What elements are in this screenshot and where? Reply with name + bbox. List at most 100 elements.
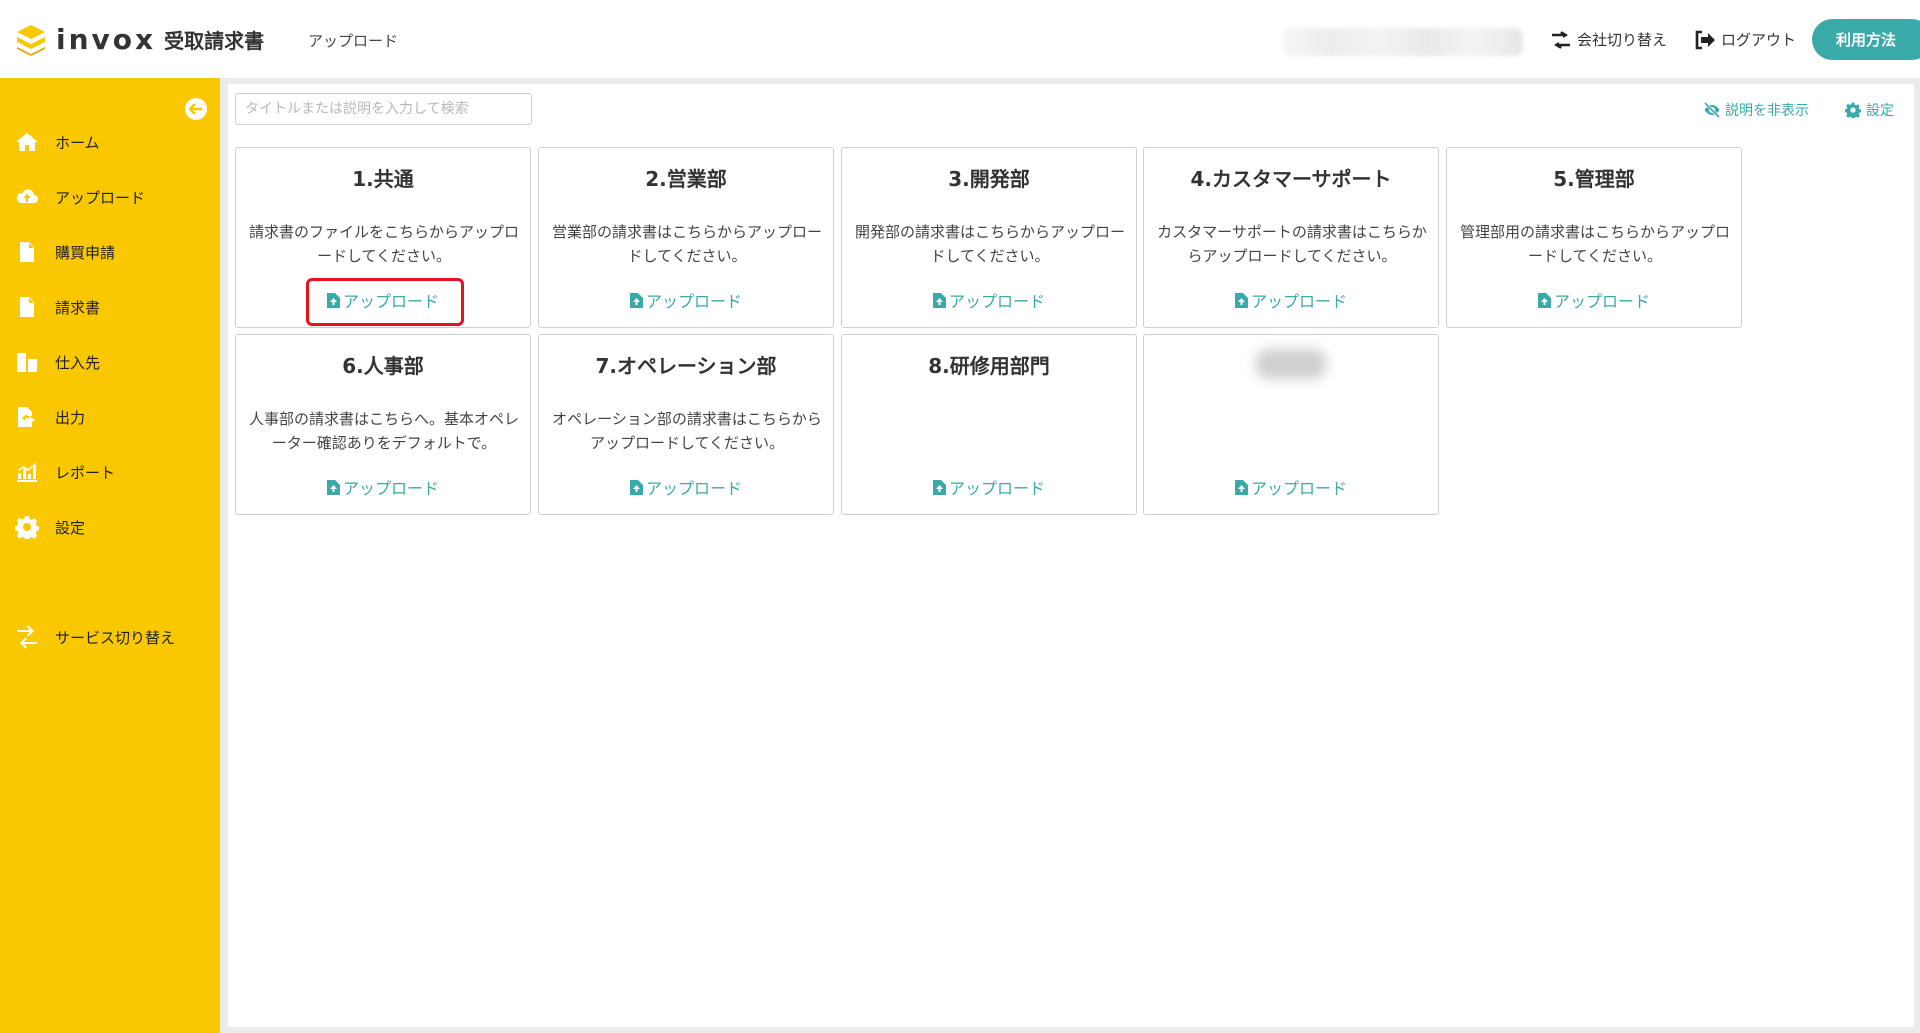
- upload-link[interactable]: アップロード: [1144, 288, 1438, 312]
- card-description: 開発部の請求書はこちらからアップロードしてください。: [854, 223, 1125, 265]
- logout-link[interactable]: ログアウト: [1694, 29, 1796, 50]
- search-input[interactable]: [235, 93, 532, 125]
- upload-label: アップロード: [1553, 292, 1650, 311]
- chart-icon: [14, 459, 40, 485]
- page-title: アップロード: [308, 32, 399, 50]
- upload-link[interactable]: アップロード: [1447, 288, 1741, 312]
- file-upload-icon: [629, 292, 643, 308]
- upload-link[interactable]: アップロード: [1144, 475, 1438, 499]
- upload-link[interactable]: アップロード: [236, 475, 530, 499]
- card-description: 営業部の請求書はこちらからアップロードしてください。: [551, 223, 822, 265]
- upload-label: アップロード: [1250, 479, 1347, 498]
- settings-label: 設定: [1866, 103, 1894, 119]
- upload-card: 5.管理部 管理部用の請求書はこちらからアップロードしてください。 アップロード: [1446, 147, 1742, 328]
- gear-icon: [1845, 102, 1861, 118]
- file-upload-icon: [1234, 479, 1248, 495]
- sidebar-item-upload[interactable]: アップロード: [0, 177, 220, 217]
- upload-label: アップロード: [645, 479, 742, 498]
- service-switch-link[interactable]: サービス切り替え: [0, 617, 220, 657]
- file-upload-icon: [932, 479, 946, 495]
- logout-icon: [1695, 30, 1715, 49]
- export-icon: [14, 404, 40, 430]
- logout-label: ログアウト: [1721, 31, 1797, 49]
- card-description: カスタマーサポートの請求書はこちらからアップロードしてください。: [1157, 223, 1427, 265]
- card-description: オペレーション部の請求書はこちらからアップロードしてください。: [552, 410, 822, 452]
- card-title: 7.オペレーション部: [595, 354, 777, 378]
- document-icon: [14, 239, 40, 265]
- sidebar-item-invoices[interactable]: 請求書: [0, 287, 220, 327]
- usage-guide-button[interactable]: 利用方法: [1812, 19, 1920, 60]
- upload-label: アップロード: [948, 479, 1045, 498]
- upload-link[interactable]: アップロード: [842, 288, 1136, 312]
- logo-subtitle: 受取請求書: [164, 28, 265, 53]
- card-title-redacted: [1256, 349, 1326, 379]
- upload-card: 3.開発部 開発部の請求書はこちらからアップロードしてください。 アップロード: [841, 147, 1137, 328]
- upload-card: 2.営業部 営業部の請求書はこちらからアップロードしてください。 アップロード: [538, 147, 834, 328]
- building-icon: [14, 349, 40, 375]
- upload-link[interactable]: アップロード: [842, 475, 1136, 499]
- logo[interactable]: invox 受取請求書: [14, 22, 264, 56]
- upload-card: 7.オペレーション部 オペレーション部の請求書はこちらからアップロードしてくださ…: [538, 334, 834, 515]
- cloud-upload-icon: [14, 184, 40, 210]
- file-upload-icon: [932, 292, 946, 308]
- upload-label: アップロード: [948, 292, 1045, 311]
- switch-arrows-icon: [14, 624, 40, 650]
- sidebar-item-label: 仕入先: [55, 353, 101, 372]
- sidebar-item-suppliers[interactable]: 仕入先: [0, 342, 220, 382]
- company-name-redacted: [1283, 28, 1523, 56]
- switch-arrows-icon: [1552, 30, 1570, 49]
- card-description: 人事部の請求書はこちらへ。基本オペレーター確認ありをデフォルトで。: [248, 410, 519, 452]
- arrow-left-icon: [189, 103, 202, 115]
- upload-label: アップロード: [1250, 292, 1347, 311]
- top-header: invox 受取請求書 アップロード 会社切り替え ログアウト 利用方法: [0, 0, 1920, 78]
- sidebar-item-label: 購買申請: [55, 243, 116, 262]
- sidebar-item-label: レポート: [55, 463, 116, 482]
- card-description: 請求書のファイルをこちらからアップロードしてください。: [248, 223, 519, 265]
- card-description: 管理部用の請求書はこちらからアップロードしてください。: [1459, 223, 1730, 265]
- sidebar-item-label: アップロード: [55, 188, 146, 207]
- home-icon: [14, 129, 40, 155]
- sidebar-item-home[interactable]: ホーム: [0, 122, 220, 162]
- card-title: 3.開発部: [948, 167, 1030, 191]
- card-title: 1.共通: [352, 167, 414, 191]
- upload-label: アップロード: [645, 292, 742, 311]
- upload-card: 6.人事部 人事部の請求書はこちらへ。基本オペレーター確認ありをデフォルトで。 …: [235, 334, 531, 515]
- card-title: 8.研修用部門: [928, 354, 1050, 378]
- switch-company-label: 会社切り替え: [1577, 31, 1668, 49]
- settings-link[interactable]: 設定: [1844, 100, 1894, 120]
- sidebar-item-purchase-request[interactable]: 購買申請: [0, 232, 220, 272]
- main-panel: 説明を非表示 設定 1.共通 請求書のファイルをこちらからアップロードしてくださ…: [228, 84, 1914, 1027]
- sidebar-item-reports[interactable]: レポート: [0, 452, 220, 492]
- eye-slash-icon: [1703, 102, 1721, 118]
- logo-word: invox: [56, 22, 157, 56]
- upload-card: 8.研修用部門 アップロード: [841, 334, 1137, 515]
- gear-icon: [14, 514, 40, 540]
- upload-card: 1.共通 請求書のファイルをこちらからアップロードしてください。 アップロード: [235, 147, 531, 328]
- card-title: 5.管理部: [1553, 167, 1635, 191]
- switch-company-link[interactable]: 会社切り替え: [1550, 29, 1667, 50]
- card-title: 6.人事部: [342, 354, 424, 378]
- file-upload-icon: [1537, 292, 1551, 308]
- sidebar-item-label: 出力: [55, 408, 86, 427]
- file-upload-icon: [326, 479, 340, 495]
- upload-card: 4.カスタマーサポート カスタマーサポートの請求書はこちらからアップロードしてく…: [1143, 147, 1439, 328]
- file-upload-icon: [629, 479, 643, 495]
- highlight-box: [306, 278, 464, 326]
- hide-description-link[interactable]: 説明を非表示: [1703, 100, 1809, 120]
- card-title: 4.カスタマーサポート: [1190, 167, 1392, 191]
- sidebar: ホーム アップロード 購買申請 請求書 仕入先 出力 レポート 設定 サービス切…: [0, 78, 220, 1033]
- hide-description-label: 説明を非表示: [1725, 103, 1809, 119]
- sidebar-item-label: 設定: [55, 518, 86, 537]
- upload-link[interactable]: アップロード: [539, 288, 833, 312]
- document-icon: [14, 294, 40, 320]
- sidebar-item-label: 請求書: [55, 298, 101, 317]
- logo-mark-icon: [17, 25, 45, 56]
- upload-label: アップロード: [342, 479, 439, 498]
- upload-link[interactable]: アップロード: [539, 475, 833, 499]
- sidebar-item-label: ホーム: [55, 133, 100, 152]
- sidebar-item-export[interactable]: 出力: [0, 397, 220, 437]
- card-title: 2.営業部: [645, 167, 727, 191]
- sidebar-item-settings[interactable]: 設定: [0, 507, 220, 547]
- upload-card: アップロード: [1143, 334, 1439, 515]
- collapse-sidebar-button[interactable]: [185, 98, 207, 120]
